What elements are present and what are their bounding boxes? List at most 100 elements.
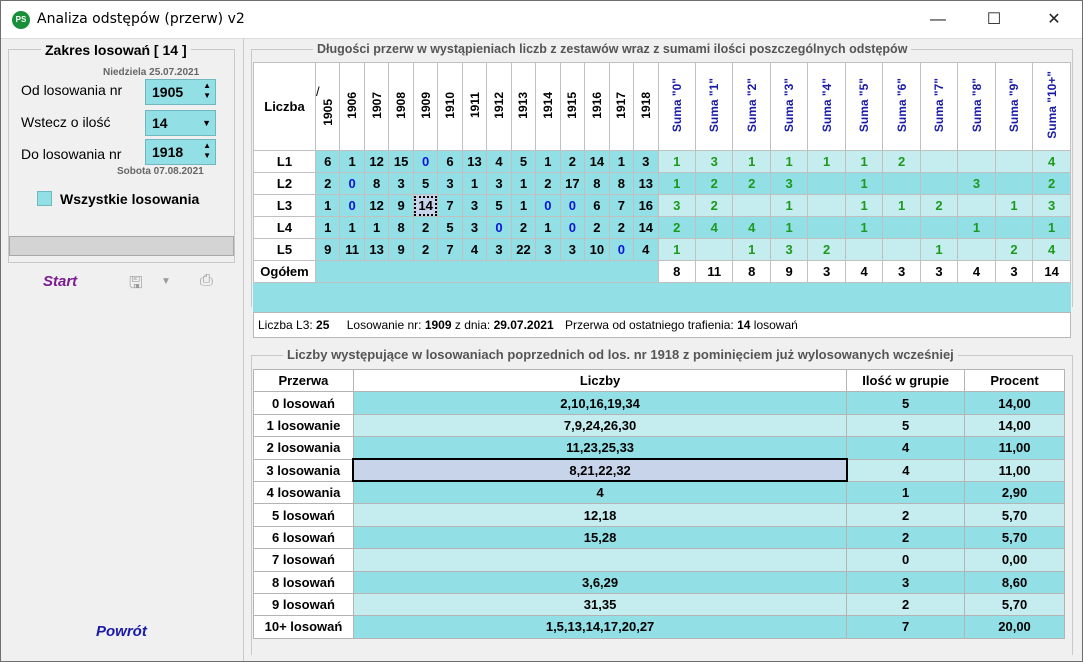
- chevron-down-icon[interactable]: ▼: [202, 118, 211, 128]
- gap-cell[interactable]: 2: [412, 216, 439, 239]
- gap-cell[interactable]: 1: [535, 216, 561, 239]
- sum-column-header[interactable]: Suma "4": [807, 62, 846, 151]
- printer-icon[interactable]: ⎙: [200, 272, 213, 290]
- draw-column-header[interactable]: 1916: [584, 62, 610, 151]
- column-header[interactable]: Przerwa: [253, 369, 354, 393]
- gap-cell[interactable]: 3: [535, 238, 561, 261]
- gap-cell[interactable]: 2: [535, 172, 561, 195]
- gap-cell[interactable]: 7: [608, 194, 635, 217]
- gap-cell[interactable]: 3: [461, 194, 488, 217]
- column-header[interactable]: Procent: [964, 369, 1065, 393]
- gap-cell[interactable]: 3: [633, 150, 659, 173]
- draw-column-header[interactable]: 1918: [633, 62, 659, 151]
- gap-cell[interactable]: 13: [461, 150, 488, 173]
- gap-cell[interactable]: 3: [486, 172, 512, 195]
- table-row[interactable]: 9 losowań 31,35 2 5,70: [253, 592, 1065, 617]
- table-row[interactable]: 1 losowanie 7,9,24,26,30 5 14,00: [253, 413, 1065, 438]
- save-icon[interactable]: 🖫: [129, 272, 143, 299]
- table-row[interactable]: 10+ losowań 1,5,13,14,17,20,27 7 20,00: [253, 615, 1065, 639]
- table-row[interactable]: 7 losowań 0 0,00: [253, 548, 1065, 572]
- table-row[interactable]: 2 losowania 11,23,25,33 4 11,00: [253, 436, 1065, 460]
- gap-cell[interactable]: 5: [412, 172, 439, 195]
- all-draws-checkbox[interactable]: [37, 191, 52, 206]
- gap-cell[interactable]: 1: [314, 194, 341, 217]
- gap-cell[interactable]: 3: [437, 172, 463, 195]
- start-button[interactable]: Start: [43, 273, 77, 290]
- minimize-button[interactable]: —: [915, 1, 961, 39]
- draw-column-header[interactable]: 1912: [486, 62, 512, 151]
- gap-cell[interactable]: 0: [339, 172, 365, 195]
- gap-cell[interactable]: 8: [388, 216, 414, 239]
- spinner-arrows-icon[interactable]: ▲ ▼: [203, 81, 211, 101]
- gap-cell[interactable]: 15: [388, 150, 414, 173]
- gap-cell[interactable]: 0: [412, 150, 439, 173]
- gap-cell[interactable]: 0: [486, 216, 512, 239]
- to-spinner[interactable]: 1918 ▲ ▼: [145, 139, 216, 165]
- gap-cell[interactable]: 1: [535, 150, 561, 173]
- gap-cell[interactable]: 5: [486, 194, 512, 217]
- draw-column-header[interactable]: 1906: [339, 62, 365, 151]
- sum-column-header[interactable]: Suma "5": [844, 62, 884, 151]
- gap-cell[interactable]: 0: [559, 216, 586, 239]
- gap-cell[interactable]: 4: [461, 238, 488, 261]
- gap-cell[interactable]: 3: [388, 172, 414, 195]
- draw-column-header[interactable]: 1909: [412, 62, 439, 151]
- sum-column-header[interactable]: Suma "3": [769, 62, 809, 151]
- gap-cell[interactable]: 1: [461, 172, 488, 195]
- gap-cell[interactable]: 3: [461, 216, 488, 239]
- gap-cell[interactable]: 7: [437, 238, 463, 261]
- sum-column-header[interactable]: Suma "9": [994, 62, 1034, 151]
- gap-cell[interactable]: 2: [314, 172, 341, 195]
- gap-cell[interactable]: 1: [314, 216, 341, 239]
- column-header[interactable]: Liczby: [352, 369, 848, 393]
- draw-column-header[interactable]: 1911: [461, 62, 488, 151]
- table-row[interactable]: 3 losowania 8,21,22,32 4 11,00: [253, 458, 1065, 483]
- gap-cell[interactable]: 14: [412, 194, 439, 217]
- gap-cell[interactable]: 9: [388, 238, 414, 261]
- draw-column-header[interactable]: /1905: [314, 62, 341, 151]
- sum-column-header[interactable]: Suma "6": [882, 62, 921, 151]
- gap-cell[interactable]: 9: [388, 194, 414, 217]
- gap-cell[interactable]: 13: [363, 238, 390, 261]
- chevron-down-icon[interactable]: ▼: [161, 276, 171, 287]
- maximize-button[interactable]: ☐: [971, 1, 1017, 39]
- gap-cell[interactable]: 2: [510, 216, 537, 239]
- back-button[interactable]: Powrót: [96, 623, 147, 640]
- draw-column-header[interactable]: 1908: [388, 62, 414, 151]
- sum-column-header[interactable]: Suma "1": [694, 62, 734, 151]
- gap-cell[interactable]: 1: [363, 216, 390, 239]
- table-row[interactable]: 6 losowań 15,28 2 5,70: [253, 525, 1065, 550]
- gap-cell[interactable]: 12: [363, 150, 390, 173]
- gap-cell[interactable]: 0: [559, 194, 586, 217]
- sum-column-header[interactable]: Suma "7": [919, 62, 959, 151]
- back-dropdown[interactable]: 14 ▼: [145, 110, 216, 136]
- gap-cell[interactable]: 2: [412, 238, 439, 261]
- gap-cell[interactable]: 1: [339, 150, 365, 173]
- gap-cell[interactable]: 4: [633, 238, 659, 261]
- gap-cell[interactable]: 1: [510, 194, 537, 217]
- sum-column-header[interactable]: Suma "8": [957, 62, 996, 151]
- gap-cell[interactable]: 22: [510, 238, 537, 261]
- draw-column-header[interactable]: 1917: [608, 62, 635, 151]
- table-row[interactable]: 8 losowań 3,6,29 3 8,60: [253, 570, 1065, 594]
- gap-cell[interactable]: 1: [339, 216, 365, 239]
- close-button[interactable]: ✕: [1031, 1, 1077, 39]
- gap-cell[interactable]: 7: [437, 194, 463, 217]
- gap-cell[interactable]: 6: [437, 150, 463, 173]
- gap-cell[interactable]: 5: [437, 216, 463, 239]
- gap-cell[interactable]: 11: [339, 238, 365, 261]
- sum-column-header[interactable]: Suma "2": [732, 62, 771, 151]
- draw-column-header[interactable]: 1910: [437, 62, 463, 151]
- from-spinner[interactable]: 1905 ▲ ▼: [145, 79, 216, 105]
- gap-cell[interactable]: 6: [584, 194, 610, 217]
- gap-cell[interactable]: 8: [584, 172, 610, 195]
- table-row[interactable]: 0 losowań 2,10,16,19,34 5 14,00: [253, 391, 1065, 415]
- sum-column-header[interactable]: Suma "10+": [1032, 62, 1071, 151]
- gap-cell[interactable]: 1: [510, 172, 537, 195]
- gap-cell[interactable]: 0: [339, 194, 365, 217]
- gap-cell[interactable]: 2: [608, 216, 635, 239]
- gap-cell[interactable]: 3: [486, 238, 512, 261]
- gap-cell[interactable]: 6: [314, 150, 341, 173]
- gap-cell[interactable]: 0: [608, 238, 635, 261]
- gap-cell[interactable]: 1: [608, 150, 635, 173]
